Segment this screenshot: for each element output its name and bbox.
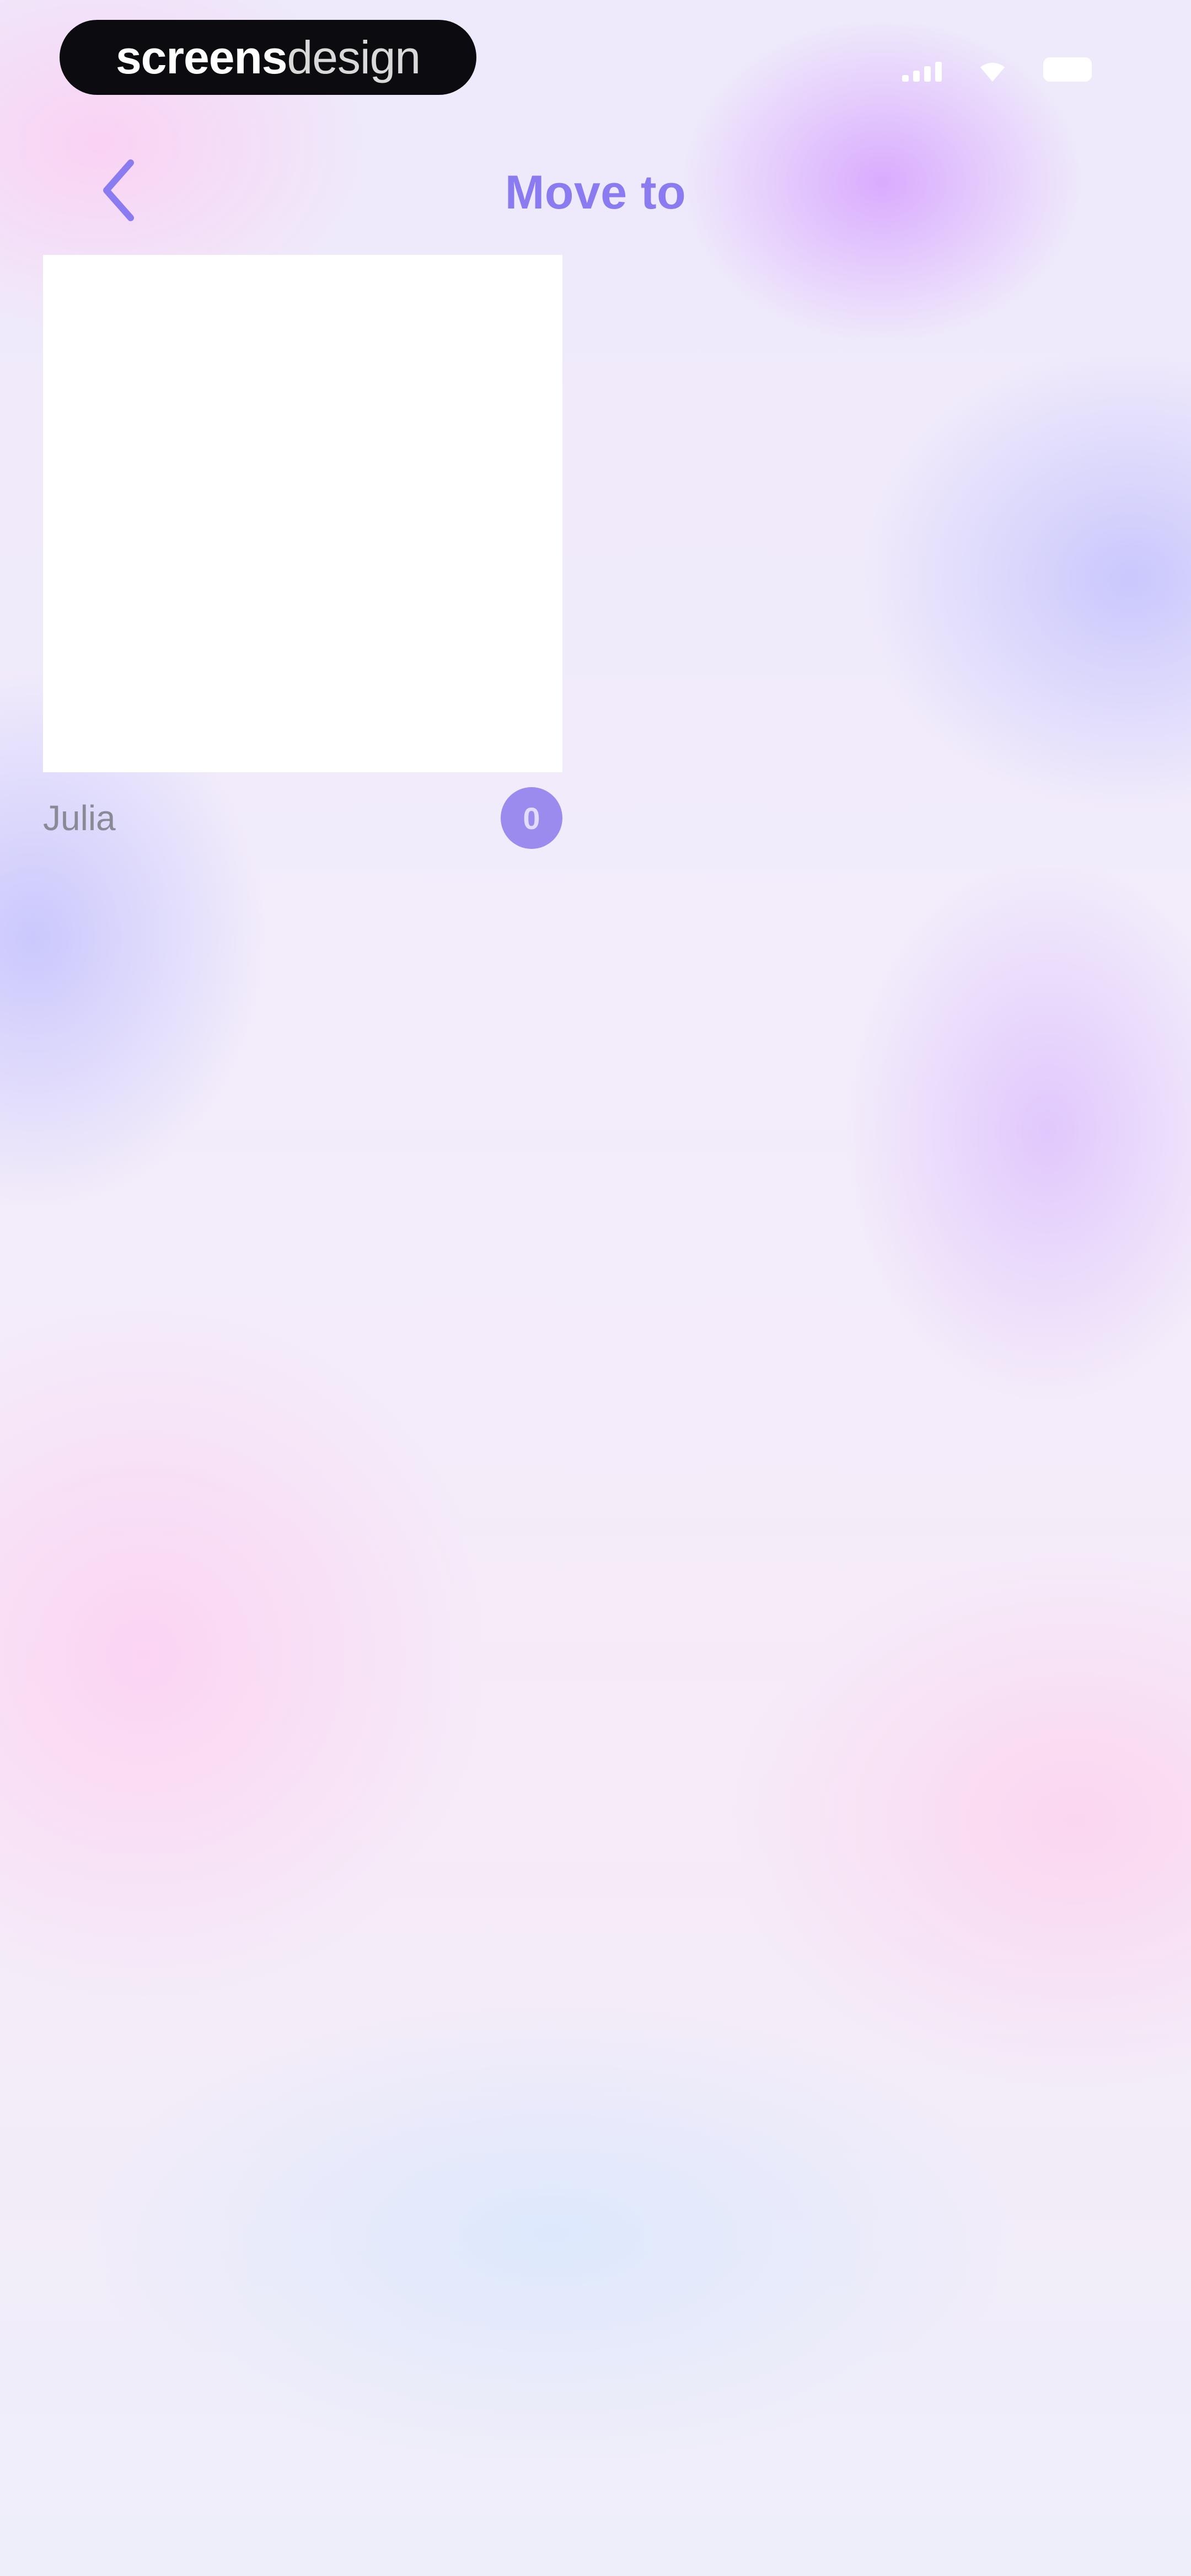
nav-bar: Move to: [0, 143, 1191, 243]
battery-icon: [1043, 57, 1092, 82]
folder-name: Julia: [43, 798, 116, 838]
folder-card-julia[interactable]: [43, 255, 562, 772]
folder-count-badge: 0: [501, 787, 562, 849]
folder-footer: Julia 0: [43, 787, 562, 849]
status-icons: [902, 54, 1092, 82]
logo-text-light: design: [287, 31, 421, 83]
wifi-icon: [977, 60, 1008, 82]
page-title: Move to: [505, 166, 686, 219]
logo-text-bold: screens: [115, 31, 288, 83]
signal-icon: [902, 60, 942, 82]
screensdesign-logo: screensdesign: [60, 20, 476, 95]
status-bar: screensdesign: [0, 0, 1191, 127]
